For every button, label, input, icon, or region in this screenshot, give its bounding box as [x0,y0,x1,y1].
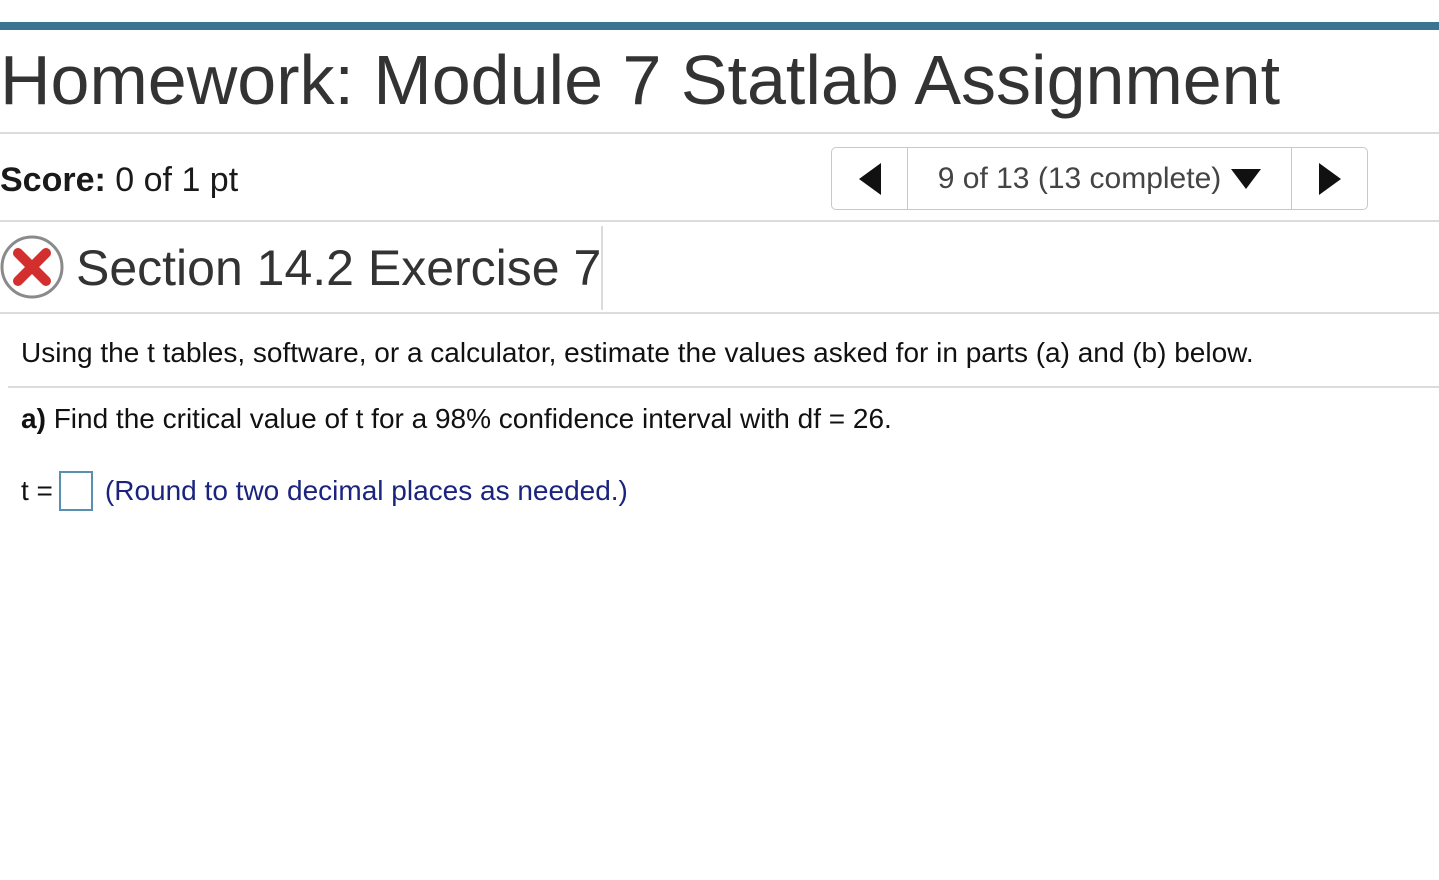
score-display: Score: 0 of 1 pt [0,158,238,202]
section-title: Section 14.2 Exercise 7 [76,240,602,296]
header-accent-bar [0,22,1439,30]
divider [8,386,1439,388]
answer-row: t = (Round to two decimal places as need… [21,469,628,513]
rounding-hint: (Round to two decimal places as needed.) [104,475,628,506]
answer-prefix: t = [21,475,53,506]
previous-question-button[interactable] [832,148,908,209]
incorrect-x-icon [0,235,64,304]
question-instructions: Using the t tables, software, or a calcu… [21,337,1254,368]
answer-input[interactable] [58,471,93,511]
divider [0,132,1439,134]
question-select-dropdown[interactable]: 9 of 13 (13 complete) [908,148,1291,209]
section-header: Section 14.2 Exercise 7 [0,226,603,310]
page-title: Homework: Module 7 Statlab Assignment [0,41,1281,119]
score-label: Score: [0,161,106,199]
question-pager: 9 of 13 (13 complete) [831,147,1368,210]
divider [0,220,1439,222]
triangle-right-icon [1318,162,1341,195]
part-a-label: a) [21,403,46,434]
question-progress-text: 9 of 13 (13 complete) [937,161,1222,195]
part-a-prompt: a) Find the critical value of t for a 98… [21,400,892,438]
next-question-button[interactable] [1291,148,1367,209]
part-a-text: Find the critical value of t for a 98% c… [53,403,892,434]
triangle-down-icon [1231,168,1262,189]
triangle-left-icon [858,162,881,195]
divider [0,312,1439,314]
score-value: 0 of 1 pt [115,161,239,199]
